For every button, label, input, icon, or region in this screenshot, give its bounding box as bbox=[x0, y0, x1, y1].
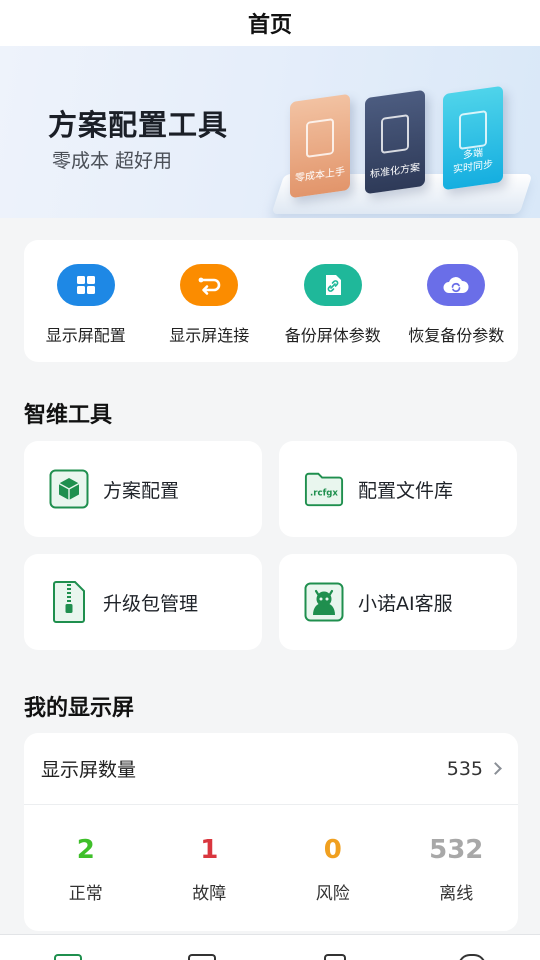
cube-icon bbox=[49, 469, 89, 509]
stat-risk[interactable]: 0 风险 bbox=[271, 835, 395, 904]
my-screens-title: 我的显示屏 bbox=[24, 696, 135, 721]
zip-file-icon bbox=[49, 581, 89, 623]
tool-label: 配置文件库 bbox=[358, 479, 454, 502]
gear-doc-icon bbox=[381, 114, 409, 154]
link-arrows-icon bbox=[180, 264, 239, 306]
dollar-doc-icon bbox=[306, 118, 334, 158]
quick-action-screen-config[interactable]: 显示屏配置 bbox=[24, 240, 148, 362]
screens-icon bbox=[459, 110, 487, 150]
quick-action-label: 显示屏连接 bbox=[169, 326, 250, 345]
tool-label: 小诺AI客服 bbox=[358, 592, 453, 615]
screen-count-row[interactable]: 显示屏数量 535 bbox=[24, 733, 518, 805]
bottom-tab-bar bbox=[0, 934, 540, 960]
stat-value: 532 bbox=[429, 835, 484, 865]
stat-value: 1 bbox=[200, 835, 219, 865]
cloud-sync-icon bbox=[427, 264, 486, 306]
tool-config-file-library[interactable]: .rcfgx 配置文件库 bbox=[279, 441, 517, 537]
file-link-icon bbox=[303, 264, 362, 306]
stat-label: 正常 bbox=[68, 884, 103, 904]
banner-title: 方案配置工具 bbox=[48, 108, 229, 142]
tool-upgrade-package[interactable]: 升级包管理 bbox=[24, 554, 262, 650]
banner-card-sync: 多端 实时同步 bbox=[443, 85, 503, 191]
stat-normal[interactable]: 2 正常 bbox=[24, 835, 148, 904]
robot-icon bbox=[304, 582, 344, 622]
stat-offline[interactable]: 532 离线 bbox=[395, 835, 519, 904]
quick-action-screen-connect[interactable]: 显示屏连接 bbox=[148, 240, 272, 362]
top-bar: 首页 bbox=[0, 0, 540, 46]
tab-profile-icon[interactable] bbox=[458, 954, 486, 960]
tools-section-title: 智维工具 bbox=[24, 403, 113, 428]
quick-action-label: 恢复备份参数 bbox=[408, 326, 505, 345]
stat-fault[interactable]: 1 故障 bbox=[148, 835, 272, 904]
quick-action-label: 备份屏体参数 bbox=[284, 326, 381, 345]
banner-subtitle: 零成本 超好用 bbox=[52, 150, 173, 172]
status-stats: 2 正常 1 故障 0 风险 532 离线 bbox=[24, 805, 518, 904]
tab-devices-icon[interactable] bbox=[324, 954, 346, 960]
banner-card-label: 零成本上手 bbox=[295, 166, 345, 185]
stat-value: 2 bbox=[76, 835, 95, 865]
folder-rcfgx-icon: .rcfgx bbox=[304, 469, 344, 509]
quick-action-restore-backup[interactable]: 恢复备份参数 bbox=[395, 240, 519, 362]
grid-icon bbox=[56, 264, 115, 306]
banner-card-standard: 标准化方案 bbox=[365, 89, 425, 195]
tool-ai-customer-service[interactable]: 小诺AI客服 bbox=[279, 554, 517, 650]
stat-label: 离线 bbox=[439, 884, 474, 904]
banner-card-label: 多端 实时同步 bbox=[453, 147, 493, 176]
quick-action-backup-params[interactable]: 备份屏体参数 bbox=[271, 240, 395, 362]
tool-label: 方案配置 bbox=[103, 479, 180, 502]
quick-actions: 显示屏配置 显示屏连接 备份屏体参数 恢复备份参数 bbox=[24, 240, 518, 362]
tab-home-icon[interactable] bbox=[54, 954, 82, 960]
stat-label: 故障 bbox=[192, 884, 227, 904]
tool-label: 升级包管理 bbox=[103, 592, 199, 615]
rcfgx-badge: .rcfgx bbox=[310, 489, 338, 499]
screen-count-label: 显示屏数量 bbox=[41, 759, 137, 781]
page-title: 首页 bbox=[247, 13, 292, 38]
screen-count-value: 535 bbox=[446, 757, 483, 780]
tool-solution-config[interactable]: 方案配置 bbox=[24, 441, 262, 537]
promo-banner[interactable]: 方案配置工具 零成本 超好用 零成本上手 标准化方案 多端 实时同步 bbox=[0, 46, 540, 218]
banner-card-label: 标准化方案 bbox=[370, 162, 420, 181]
banner-card-low-cost: 零成本上手 bbox=[290, 93, 350, 199]
tab-screens-icon[interactable] bbox=[188, 954, 216, 960]
quick-action-label: 显示屏配置 bbox=[45, 326, 126, 345]
stat-label: 风险 bbox=[315, 884, 350, 904]
my-screens-card: 显示屏数量 535 2 正常 1 故障 0 风险 532 离线 bbox=[24, 733, 518, 931]
chevron-right-icon bbox=[489, 762, 502, 775]
stat-value: 0 bbox=[323, 835, 342, 865]
